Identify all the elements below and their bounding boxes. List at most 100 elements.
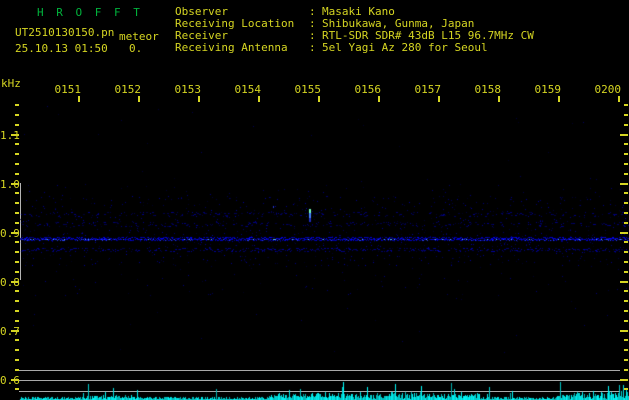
info-label-observer: Observer bbox=[175, 5, 228, 18]
freq-minor-tick-right bbox=[624, 202, 628, 204]
time-tick-label: 0153 bbox=[174, 83, 202, 96]
hrofft-window: H R O F F T UT2510130150.pn meteor 25.10… bbox=[0, 0, 629, 400]
freq-minor-tick-left bbox=[15, 300, 19, 302]
freq-minor-tick-left bbox=[15, 163, 19, 165]
freq-minor-tick-left bbox=[15, 251, 19, 253]
freq-major-tick-right bbox=[620, 330, 628, 332]
freq-tick-label: 0.9 bbox=[0, 227, 20, 240]
freq-minor-tick-left bbox=[15, 349, 19, 351]
freq-tick-label: 1.0 bbox=[0, 178, 20, 191]
freq-minor-tick-left bbox=[15, 153, 19, 155]
time-tick-label: 0151 bbox=[54, 83, 82, 96]
time-tick-label: 0155 bbox=[294, 83, 322, 96]
freq-minor-tick-left bbox=[15, 202, 19, 204]
info-separator: : bbox=[309, 5, 316, 18]
freq-minor-tick-right bbox=[624, 339, 628, 341]
time-tick-mark bbox=[378, 96, 380, 102]
freq-minor-tick-right bbox=[624, 388, 628, 390]
freq-minor-tick-right bbox=[624, 349, 628, 351]
info-label-antenna: Receiving Antenna bbox=[175, 41, 288, 54]
time-tick-mark bbox=[198, 96, 200, 102]
info-separator: : bbox=[309, 17, 316, 30]
freq-minor-tick-right bbox=[624, 261, 628, 263]
info-label-receiver: Receiver bbox=[175, 29, 228, 42]
time-tick-mark bbox=[258, 96, 260, 102]
freq-minor-tick-right bbox=[624, 114, 628, 116]
freq-major-tick-right bbox=[620, 281, 628, 283]
time-tick-label: 0157 bbox=[414, 83, 442, 96]
time-tick-mark bbox=[78, 96, 80, 102]
freq-minor-tick-right bbox=[624, 251, 628, 253]
time-tick-label: 0200 bbox=[594, 83, 622, 96]
freq-minor-tick-right bbox=[624, 143, 628, 145]
freq-minor-tick-left bbox=[15, 173, 19, 175]
freq-minor-tick-right bbox=[624, 271, 628, 273]
freq-minor-tick-left bbox=[15, 290, 19, 292]
time-tick-label: 0152 bbox=[114, 83, 142, 96]
info-value-receiver: RTL-SDR SDR# 43dB L15 96.7MHz CW bbox=[322, 29, 534, 42]
freq-minor-tick-left bbox=[15, 143, 19, 145]
freq-minor-tick-right bbox=[624, 222, 628, 224]
freq-minor-tick-right bbox=[624, 104, 628, 106]
time-tick-mark bbox=[438, 96, 440, 102]
time-tick-mark bbox=[138, 96, 140, 102]
freq-minor-tick-left bbox=[15, 212, 19, 214]
freq-minor-tick-right bbox=[624, 124, 628, 126]
freq-minor-tick-right bbox=[624, 173, 628, 175]
freq-minor-tick-left bbox=[15, 192, 19, 194]
time-tick-mark bbox=[498, 96, 500, 102]
freq-minor-tick-right bbox=[624, 359, 628, 361]
freq-major-tick-right bbox=[620, 379, 628, 381]
freq-minor-tick-left bbox=[15, 114, 19, 116]
info-value-location: Shibukawa, Gunma, Japan bbox=[322, 17, 475, 30]
freq-minor-tick-right bbox=[624, 290, 628, 292]
freq-minor-tick-right bbox=[624, 153, 628, 155]
spectrogram-canvas bbox=[0, 0, 629, 400]
freq-minor-tick-left bbox=[15, 310, 19, 312]
freq-minor-tick-right bbox=[624, 212, 628, 214]
echo-counter: 0. bbox=[129, 42, 143, 55]
freq-minor-tick-left bbox=[15, 104, 19, 106]
freq-tick-label: 1.1 bbox=[0, 129, 20, 142]
info-label-location: Receiving Location bbox=[175, 17, 295, 30]
time-tick-label: 0158 bbox=[474, 83, 502, 96]
freq-major-tick-right bbox=[620, 232, 628, 234]
freq-major-tick-right bbox=[620, 183, 628, 185]
freq-minor-tick-left bbox=[15, 339, 19, 341]
freq-tick-label: 0.8 bbox=[0, 276, 20, 289]
filename: UT2510130150.pn bbox=[15, 26, 115, 39]
freq-minor-tick-left bbox=[15, 241, 19, 243]
time-tick-label: 0159 bbox=[534, 83, 562, 96]
freq-minor-tick-left bbox=[15, 369, 19, 371]
time-tick-mark bbox=[318, 96, 320, 102]
info-separator: : bbox=[309, 41, 316, 54]
freq-minor-tick-left bbox=[15, 359, 19, 361]
observation-datetime: 25.10.13 01:50 bbox=[15, 42, 108, 55]
freq-minor-tick-right bbox=[624, 163, 628, 165]
freq-minor-tick-left bbox=[15, 271, 19, 273]
freq-tick-label: 0.7 bbox=[0, 325, 20, 338]
freq-tick-label: 0.6 bbox=[0, 374, 20, 387]
freq-minor-tick-left bbox=[15, 124, 19, 126]
freq-minor-tick-right bbox=[624, 192, 628, 194]
freq-minor-tick-right bbox=[624, 369, 628, 371]
time-tick-label: 0154 bbox=[234, 83, 262, 96]
freq-minor-tick-left bbox=[15, 320, 19, 322]
freq-minor-tick-left bbox=[15, 222, 19, 224]
freq-minor-tick-left bbox=[15, 261, 19, 263]
freq-minor-tick-right bbox=[624, 241, 628, 243]
station-name: meteor bbox=[119, 30, 159, 43]
freq-major-tick-right bbox=[620, 134, 628, 136]
freq-minor-tick-right bbox=[624, 310, 628, 312]
freq-minor-tick-right bbox=[624, 320, 628, 322]
time-tick-label: 0156 bbox=[354, 83, 382, 96]
time-tick-mark bbox=[618, 96, 620, 102]
info-value-antenna: 5el Yagi Az 280 for Seoul bbox=[322, 41, 488, 54]
freq-minor-tick-left bbox=[15, 388, 19, 390]
app-title: H R O F F T bbox=[37, 6, 143, 19]
freq-minor-tick-right bbox=[624, 300, 628, 302]
info-value-observer: Masaki Kano bbox=[322, 5, 395, 18]
time-tick-mark bbox=[558, 96, 560, 102]
freq-axis-unit: kHz bbox=[1, 77, 21, 90]
info-separator: : bbox=[309, 29, 316, 42]
